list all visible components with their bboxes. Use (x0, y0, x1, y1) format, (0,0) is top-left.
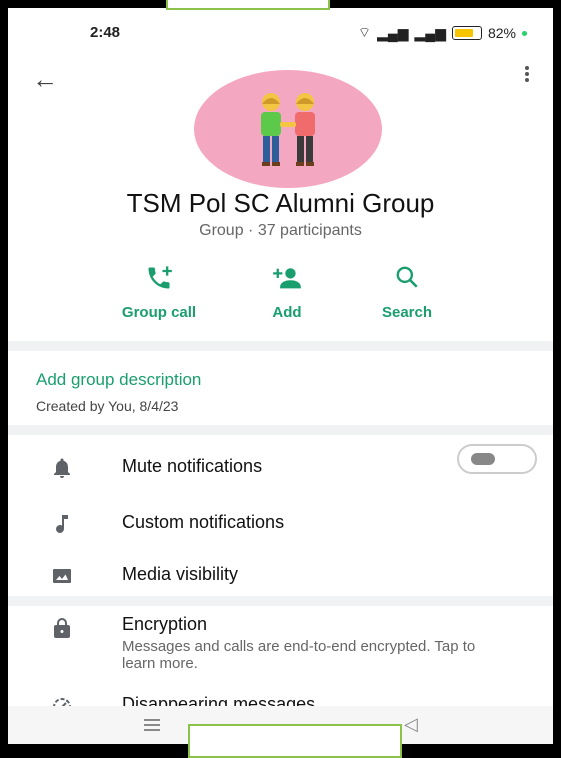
media-visibility-row[interactable]: Media visibility (8, 556, 553, 596)
recent-apps-icon[interactable] (144, 716, 160, 734)
signal-icon: ▂▄▆ (377, 24, 409, 41)
group-call-button[interactable]: Group call (104, 264, 214, 321)
wifi-icon: ⌔ (357, 24, 372, 40)
battery-icon (451, 26, 482, 40)
encryption-subtitle[interactable]: Messages and calls are end-to-end encryp… (122, 638, 492, 672)
nav-back-icon[interactable]: ◁ (404, 714, 418, 735)
bell-icon (54, 458, 70, 478)
status-bar: 2:48 ⌔ ▂▄▆ ▂▄▆ 82% (8, 8, 553, 52)
status-icons: ⌔ ▂▄▆ ▂▄▆ 82% (358, 24, 527, 42)
toggle-knob (471, 453, 495, 465)
custom-notifications-row[interactable]: Custom notifications (8, 504, 553, 544)
custom-notifications-label: Custom notifications (122, 512, 285, 532)
more-options-icon[interactable] (523, 64, 531, 84)
group-call-label: Group call (121, 304, 197, 321)
section-divider (8, 596, 553, 606)
add-person-icon (232, 264, 342, 292)
highlight-box-top (166, 0, 330, 10)
encryption-title[interactable]: Encryption (122, 614, 207, 635)
signal-icon-2: ▂▄▆ (414, 24, 446, 41)
created-by-text: Created by You, 8/4/23 (36, 398, 179, 414)
back-arrow-icon[interactable]: ← (32, 64, 58, 95)
section-divider (8, 425, 553, 435)
group-avatar[interactable] (194, 70, 382, 188)
add-description-link[interactable]: Add group description (36, 370, 201, 390)
active-dot-icon (522, 30, 527, 36)
music-note-icon (56, 515, 68, 533)
search-label: Search (381, 304, 433, 321)
search-button[interactable]: Search (352, 264, 462, 321)
action-bar: Group call Add Search (8, 264, 553, 324)
search-icon (352, 264, 462, 292)
section-divider (8, 341, 553, 351)
add-label: Add (272, 304, 302, 321)
group-name: TSM Pol SC Alumni Group (126, 188, 435, 218)
phone-add-icon (104, 264, 214, 292)
mute-toggle[interactable] (457, 444, 537, 474)
battery-percent: 82% (487, 25, 516, 41)
lock-icon (54, 618, 70, 638)
media-visibility-label: Media visibility (122, 564, 239, 584)
two-men-holding-hands-icon (261, 93, 315, 166)
image-icon (53, 569, 71, 583)
add-participant-button[interactable]: Add (232, 264, 342, 321)
phone-screen: 2:48 ⌔ ▂▄▆ ▂▄▆ 82% ← TSM Pol SC Alumni G… (8, 8, 553, 744)
status-time: 2:48 (90, 24, 121, 41)
group-meta: Group · 37 participants (199, 222, 362, 239)
mute-label: Mute notifications (122, 456, 263, 476)
highlight-box-bottom (188, 724, 402, 758)
